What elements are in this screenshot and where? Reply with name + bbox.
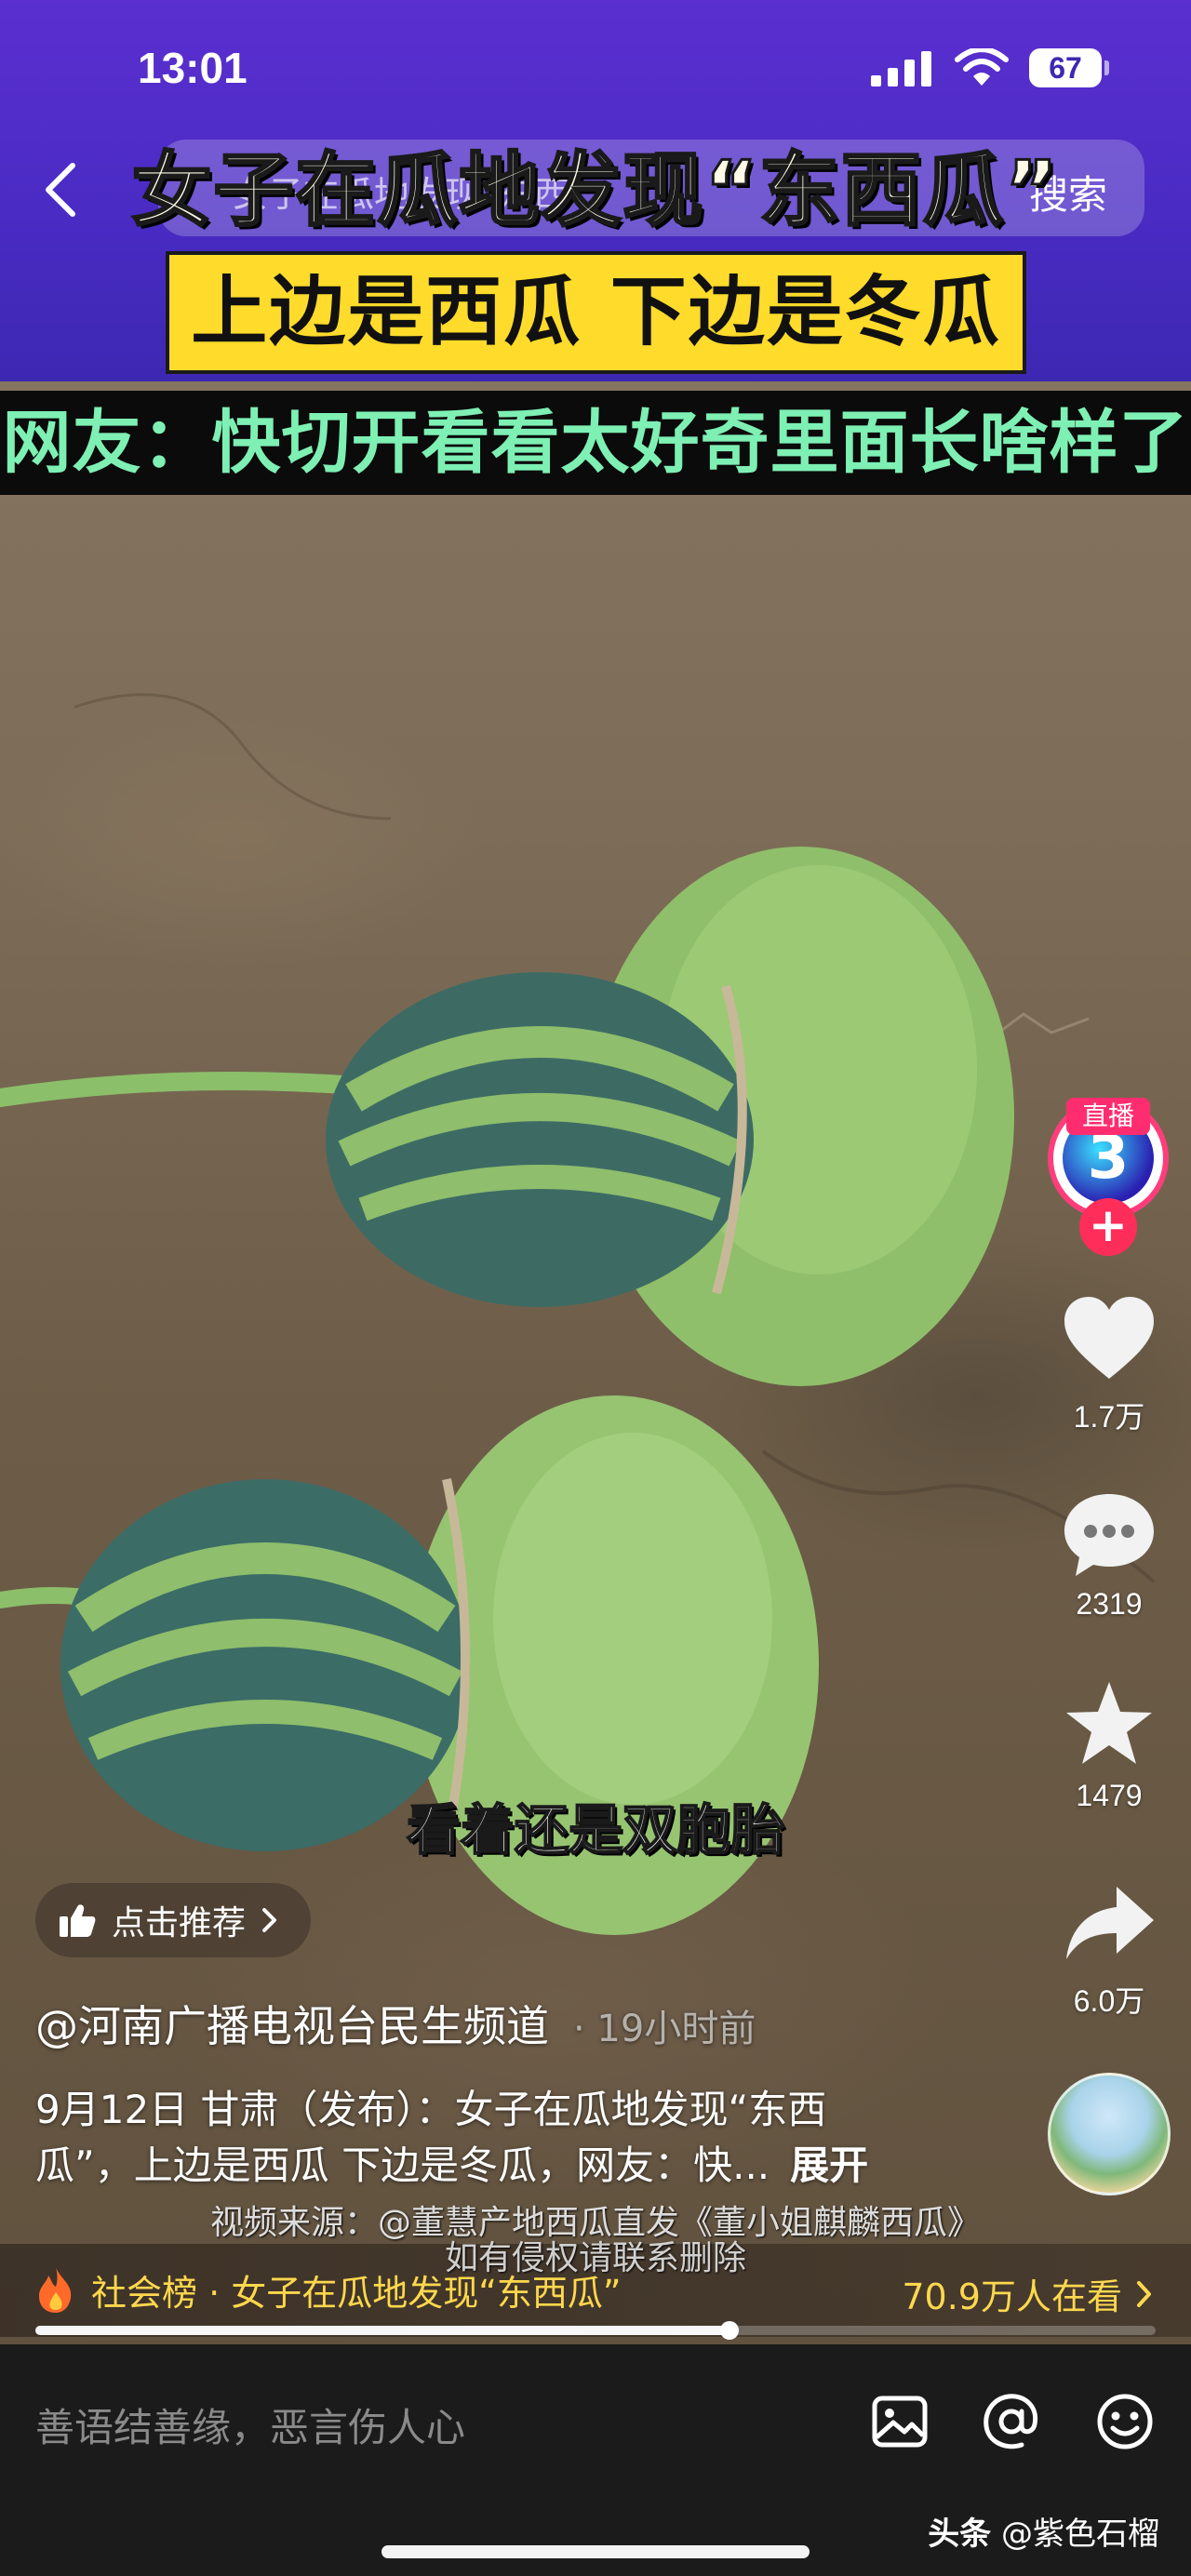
like-button[interactable]: 1.7万 — [1051, 1295, 1167, 1436]
emoji-icon[interactable] — [1094, 2391, 1156, 2452]
heart-icon — [1064, 1297, 1154, 1379]
music-avatar[interactable] — [1048, 2073, 1171, 2196]
share-count: 6.0万 — [1073, 1984, 1145, 2018]
comment-input[interactable]: 善语结善缘，恶言伤人心 — [35, 2396, 465, 2453]
video-progress-fill — [35, 2326, 730, 2335]
chevron-right-icon — [1137, 2280, 1151, 2307]
signal-icon — [871, 51, 931, 87]
comment-button[interactable]: 2319 — [1051, 1488, 1167, 1622]
follow-button[interactable]: + — [1079, 1198, 1137, 1256]
expand-button[interactable]: 展开 — [790, 2142, 868, 2188]
back-button[interactable] — [37, 160, 82, 220]
source-line-2: 如有侵权请联系删除 — [444, 2239, 746, 2277]
watermark-prefix: 头条 — [928, 2516, 992, 2553]
comment-count: 2319 — [1076, 1587, 1143, 1621]
video-progress-bar[interactable] — [35, 2321, 1156, 2340]
chevron-left-icon — [46, 163, 75, 217]
hot-list-bar[interactable]: 社会榜 · 女子在瓜地发现“东西瓜” 70.9万人在看 如有侵权请联系删除 — [0, 2239, 1191, 2337]
author-name[interactable]: @河南广播电视台民生频道 — [35, 2001, 549, 2051]
author-line: @河南广播电视台民生频道 · 19小时前 — [35, 1993, 756, 2054]
post-time: · 19小时前 — [573, 2008, 756, 2050]
share-icon — [1066, 1887, 1154, 1959]
video-subtitle: 看着还是双胞胎 — [406, 1797, 785, 1862]
home-indicator[interactable] — [381, 2545, 810, 2558]
comment-icon — [1064, 1494, 1154, 1576]
recommend-button[interactable]: 点击推荐 — [35, 1883, 312, 1957]
watermark: 头条 @紫色石榴 — [928, 2508, 1159, 2554]
chevron-right-icon — [262, 1908, 277, 1932]
desc-line-1: 9月12日 甘肃（发布）：女子在瓜地发现“东西 — [35, 2087, 827, 2132]
share-button[interactable]: 6.0万 — [1051, 1879, 1167, 2021]
recommend-label: 点击推荐 — [112, 1904, 247, 1942]
like-count: 1.7万 — [1073, 1400, 1145, 1434]
video-headline-netizen: 网友：快切开看看太好奇里面长啥样了 — [2, 403, 1189, 483]
thumbs-up-icon — [60, 1904, 96, 1937]
star-icon — [1066, 1682, 1152, 1764]
battery-icon: 67 — [1029, 48, 1109, 87]
video-headline-band: 网友：快切开看看太好奇里面长啥样了 — [0, 391, 1191, 495]
comment-bar: 善语结善缘，恶言伤人心 头条 @紫色石榴 — [0, 2344, 1191, 2576]
video-headline-main: 女子在瓜地发现“东西瓜” — [130, 143, 1060, 239]
live-badge: 直播 — [1066, 1098, 1150, 1135]
mention-icon[interactable] — [981, 2391, 1042, 2452]
status-icons: 67 — [871, 47, 1109, 89]
status-time: 13:01 — [138, 44, 248, 92]
post-description[interactable]: 9月12日 甘肃（发布）：女子在瓜地发现“东西 瓜”，上边是西瓜 下边是冬瓜，网… — [35, 2082, 984, 2194]
status-bar: 13:01 67 — [0, 37, 1191, 102]
desc-line-2: 瓜”，上边是西瓜 下边是冬瓜，网友：快... — [35, 2142, 770, 2188]
watermark-user: @紫色石榴 — [1001, 2516, 1159, 2553]
wifi-icon — [955, 48, 1009, 86]
image-icon[interactable] — [869, 2391, 930, 2452]
video-headline-sub: 上边是西瓜 下边是冬瓜 — [191, 268, 1001, 356]
video-headline-sub-box: 上边是西瓜 下边是冬瓜 — [166, 251, 1026, 374]
